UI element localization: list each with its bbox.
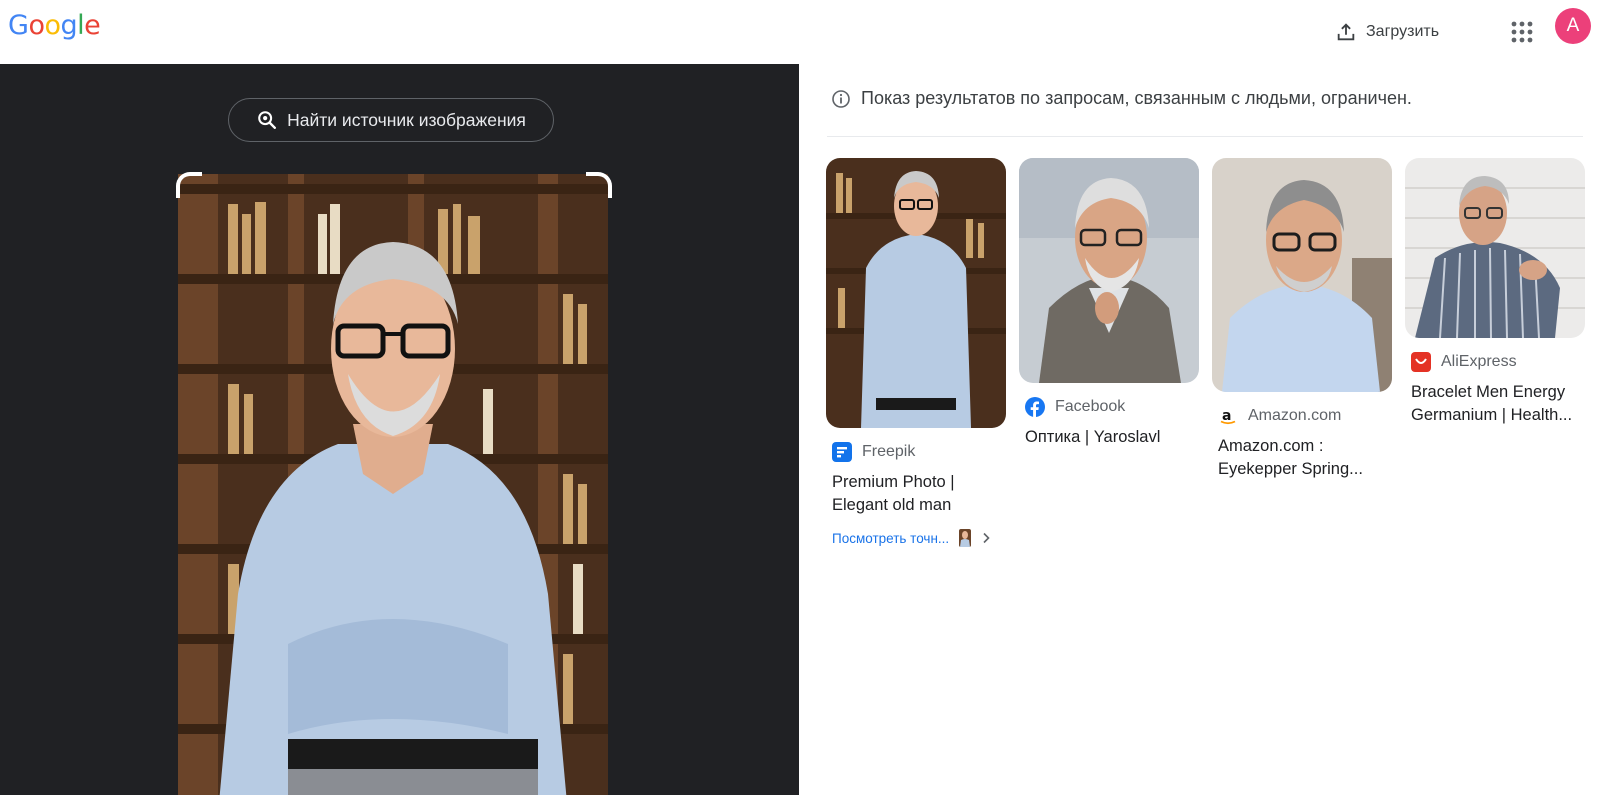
result-source-label: Freepik — [862, 443, 916, 460]
crop-corner-top-left[interactable] — [176, 172, 202, 198]
info-icon — [832, 89, 850, 108]
result-source-label: AliExpress — [1441, 353, 1517, 370]
chevron-right-icon — [983, 532, 990, 544]
result-source-label: Facebook — [1055, 398, 1126, 415]
result-card-facebook[interactable]: Facebook Оптика | Yaroslavl — [1019, 158, 1199, 449]
apps-grid-icon — [1511, 21, 1533, 43]
result-title[interactable]: Оптика | Yaroslavl — [1025, 426, 1197, 449]
result-card-amazon[interactable]: a Amazon.com Amazon.com : Eyekepper Spri… — [1212, 158, 1392, 481]
facebook-icon — [1025, 397, 1045, 417]
result-thumbnail[interactable] — [1019, 158, 1199, 383]
find-image-source-label: Найти источник изображения — [287, 109, 526, 130]
lens-search-icon — [258, 111, 277, 129]
divider — [827, 136, 1583, 137]
result-card-freepik[interactable]: Freepik Premium Photo | Elegant old man … — [826, 158, 1006, 547]
freepik-icon — [832, 442, 852, 462]
result-source[interactable]: Facebook — [1025, 397, 1199, 417]
google-logo[interactable]: Google — [8, 10, 101, 41]
result-thumbnail[interactable] — [826, 158, 1006, 428]
aliexpress-icon — [1411, 352, 1431, 372]
upload-label: Загрузить — [1366, 23, 1440, 40]
see-exact-matches-link[interactable]: Посмотреть точн... — [832, 529, 1006, 547]
upload-icon — [1337, 23, 1355, 41]
account-avatar[interactable]: A — [1555, 8, 1591, 44]
result-source-label: Amazon.com — [1248, 407, 1342, 424]
amazon-icon: a — [1220, 408, 1236, 425]
result-thumbnail[interactable] — [1405, 158, 1585, 338]
results-notice: Показ результатов по запросам, связанным… — [831, 88, 1412, 109]
result-thumbnail[interactable] — [1212, 158, 1392, 392]
results-panel: Показ результатов по запросам, связанным… — [799, 64, 1600, 795]
notice-text: Показ результатов по запросам, связанным… — [861, 88, 1412, 108]
result-source[interactable]: Freepik — [832, 442, 1006, 462]
mini-thumbnail-icon — [959, 529, 972, 547]
query-photo[interactable] — [178, 174, 608, 795]
result-title[interactable]: Bracelet Men Energy Germanium | Health..… — [1411, 381, 1583, 427]
see-exact-matches-label: Посмотреть точн... — [832, 530, 950, 546]
result-title[interactable]: Premium Photo | Elegant old man — [832, 471, 1004, 517]
result-source[interactable]: a Amazon.com — [1218, 406, 1392, 426]
crop-corner-top-right[interactable] — [586, 172, 612, 198]
find-image-source-button[interactable]: Найти источник изображения — [228, 98, 554, 142]
query-image-panel: Найти источник изображения — [0, 64, 799, 795]
result-title[interactable]: Amazon.com : Eyekepper Spring... — [1218, 435, 1390, 481]
upload-button[interactable]: Загрузить — [1335, 14, 1439, 50]
google-apps-button[interactable] — [1504, 14, 1540, 50]
top-bar: Google Загрузить A — [0, 0, 1600, 64]
result-card-aliexpress[interactable]: AliExpress Bracelet Men Energy Germanium… — [1405, 158, 1585, 427]
result-source[interactable]: AliExpress — [1411, 352, 1585, 372]
